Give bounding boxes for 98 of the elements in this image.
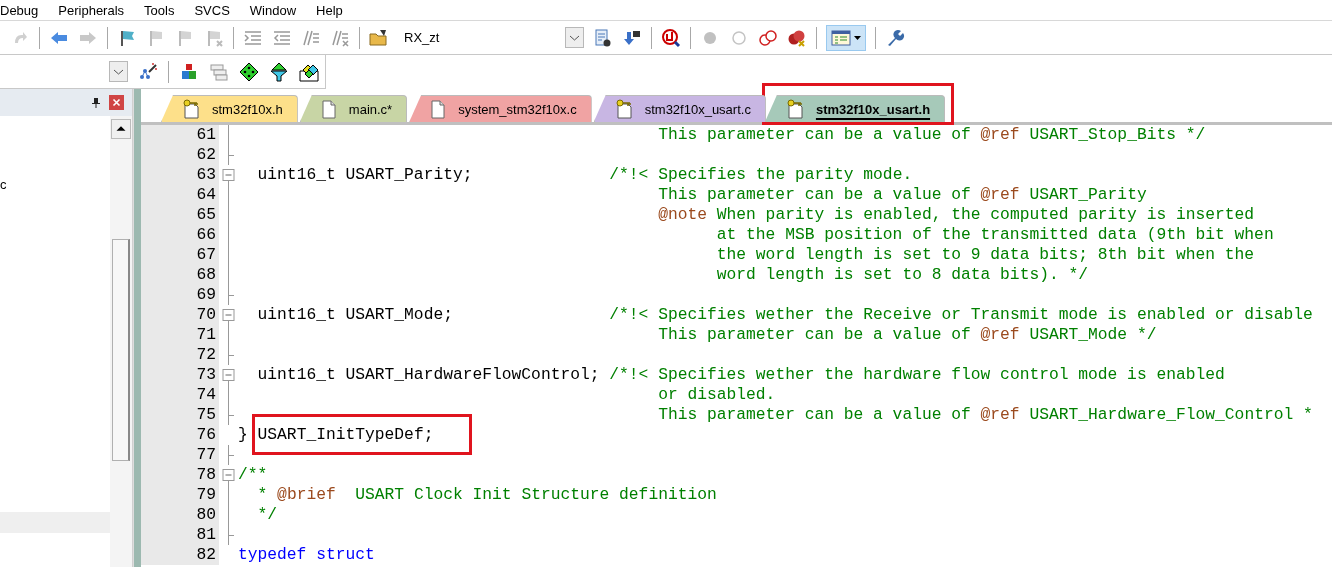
line-number: 76 — [141, 425, 219, 445]
code-text: USART_Mode */ — [1029, 325, 1157, 344]
code-text: at the MSB position of the transmitted data (9th bit when — [716, 225, 1274, 244]
line-number: 65 — [141, 205, 219, 225]
line-number: 74 — [141, 385, 219, 405]
file-tab[interactable]: system_stm32f10x.c — [409, 95, 592, 122]
debug-icon[interactable] — [661, 27, 681, 48]
fold-end-line — [227, 345, 234, 365]
code-text: /*!< Specifies wether the hardware flow control mode is enabled — [609, 365, 1225, 384]
window-icon — [831, 28, 851, 47]
code-text: USART_Hardware_Flow_Control * — [1029, 405, 1313, 424]
line-number: 67 — [141, 245, 219, 265]
code-text: @ref — [980, 125, 1020, 144]
code-text: @ref — [980, 325, 1020, 344]
caret-icon[interactable] — [854, 35, 861, 40]
line-number: 82 — [141, 545, 219, 565]
line-number: 68 — [141, 265, 219, 285]
code-text: USART_InitTypeDef; — [257, 425, 434, 444]
code-text: uint16_t USART_HardwareFlowControl; — [257, 365, 600, 384]
code-text: USART_Stop_Bits */ — [1029, 125, 1206, 144]
breakpoints-icon[interactable] — [758, 27, 778, 48]
document-icon — [320, 99, 337, 119]
code-text: /*!< Specifies wether the Receive or Transmit mode is enabled or disable — [609, 305, 1313, 324]
target-select[interactable]: RX_zt — [398, 26, 584, 49]
line-number: 79 — [141, 485, 219, 505]
pin-icon[interactable] — [91, 96, 101, 109]
code-text: USART_Parity — [1029, 185, 1147, 204]
line-number: 71 — [141, 325, 219, 345]
line-number: 62 — [141, 145, 219, 165]
menu-item[interactable]: Peripherals — [58, 2, 125, 18]
menu-item[interactable]: Help — [316, 2, 343, 18]
document-search-icon[interactable] — [593, 27, 613, 48]
document-icon — [430, 99, 447, 119]
line-number: 73 — [141, 365, 219, 385]
file-tab[interactable]: stm32f10x.h — [161, 95, 298, 122]
code-text: * — [257, 485, 268, 504]
line-number: 80 — [141, 505, 219, 525]
code-text: /*!< Specifies the parity mode. — [609, 165, 913, 184]
key-document-icon — [182, 99, 200, 119]
code-text: uint16_t USART_Parity; — [257, 165, 473, 184]
tree-item[interactable]: c — [0, 174, 110, 195]
fold-line — [227, 385, 230, 405]
wizard-icon[interactable] — [138, 61, 158, 82]
code-text: This parameter can be a value of — [658, 125, 971, 144]
fold-end-line — [227, 405, 234, 425]
code-text: USART Clock Init Structure definition — [355, 485, 717, 504]
code-text: @brief — [277, 485, 336, 504]
fold-end-line — [227, 145, 234, 165]
menu-item[interactable]: Debug — [0, 2, 39, 18]
code-text: @note — [658, 205, 707, 224]
code-text: /** — [238, 465, 268, 484]
code-text: word length is set to 8 data bits). */ — [716, 265, 1089, 284]
scroll-up-icon[interactable] — [111, 119, 131, 139]
file-tab[interactable]: main.c* — [299, 95, 408, 122]
windows-icon[interactable] — [209, 61, 229, 82]
line-number: 64 — [141, 185, 219, 205]
blocks-icon[interactable] — [179, 61, 199, 82]
code-text: This parameter can be a value of — [658, 185, 971, 204]
filter-icon[interactable] — [269, 61, 289, 82]
line-number: 78 — [141, 465, 219, 485]
code-text: This parameter can be a value of — [658, 405, 971, 424]
file-tab[interactable]: stm32f10x_usart.h — [764, 95, 946, 122]
code-text: This parameter can be a value of — [658, 325, 971, 344]
code-text: typedef struct — [238, 545, 375, 564]
line-number: 75 — [141, 405, 219, 425]
code-text: uint16_t USART_Mode; — [257, 305, 453, 324]
file-tab[interactable]: stm32f10x_usart.c — [593, 95, 766, 122]
folder-icon[interactable] — [369, 27, 389, 48]
line-number: 69 — [141, 285, 219, 305]
code-text: @ref — [980, 405, 1020, 424]
scroll-thumb[interactable] — [112, 239, 130, 461]
line-number: 72 — [141, 345, 219, 365]
dropdown-icon[interactable] — [565, 27, 584, 48]
line-number: 66 — [141, 225, 219, 245]
menu-item[interactable]: Window — [249, 2, 297, 18]
line-number: 77 — [141, 445, 219, 465]
line-number: 61 — [141, 125, 219, 145]
code-text: When parity is enabled, the computed parity is inserted — [716, 205, 1255, 224]
dropdown-icon[interactable] — [109, 61, 128, 82]
fold-line — [227, 125, 230, 145]
line-number: 70 — [141, 305, 219, 325]
window-button[interactable] — [826, 24, 866, 51]
key-document-icon — [614, 99, 633, 119]
fold-line — [227, 325, 230, 345]
code-text: or disabled. — [658, 385, 776, 404]
line-number: 81 — [141, 525, 219, 545]
diamond-icon[interactable] — [239, 61, 259, 82]
fold-end-line — [227, 525, 234, 545]
fold-end-line — [227, 445, 234, 465]
key-document-icon — [785, 99, 804, 119]
code-text: } — [238, 425, 248, 444]
fold-end-line — [227, 285, 234, 305]
code-text: the word length is set to 9 data bits; 8th bit when the — [716, 245, 1255, 264]
line-number: 63 — [141, 165, 219, 185]
menu-item[interactable]: SVCS — [194, 2, 230, 18]
code-text: @ref — [980, 185, 1020, 204]
menu-item[interactable]: Tools — [144, 2, 175, 18]
code-text: */ — [257, 505, 278, 524]
